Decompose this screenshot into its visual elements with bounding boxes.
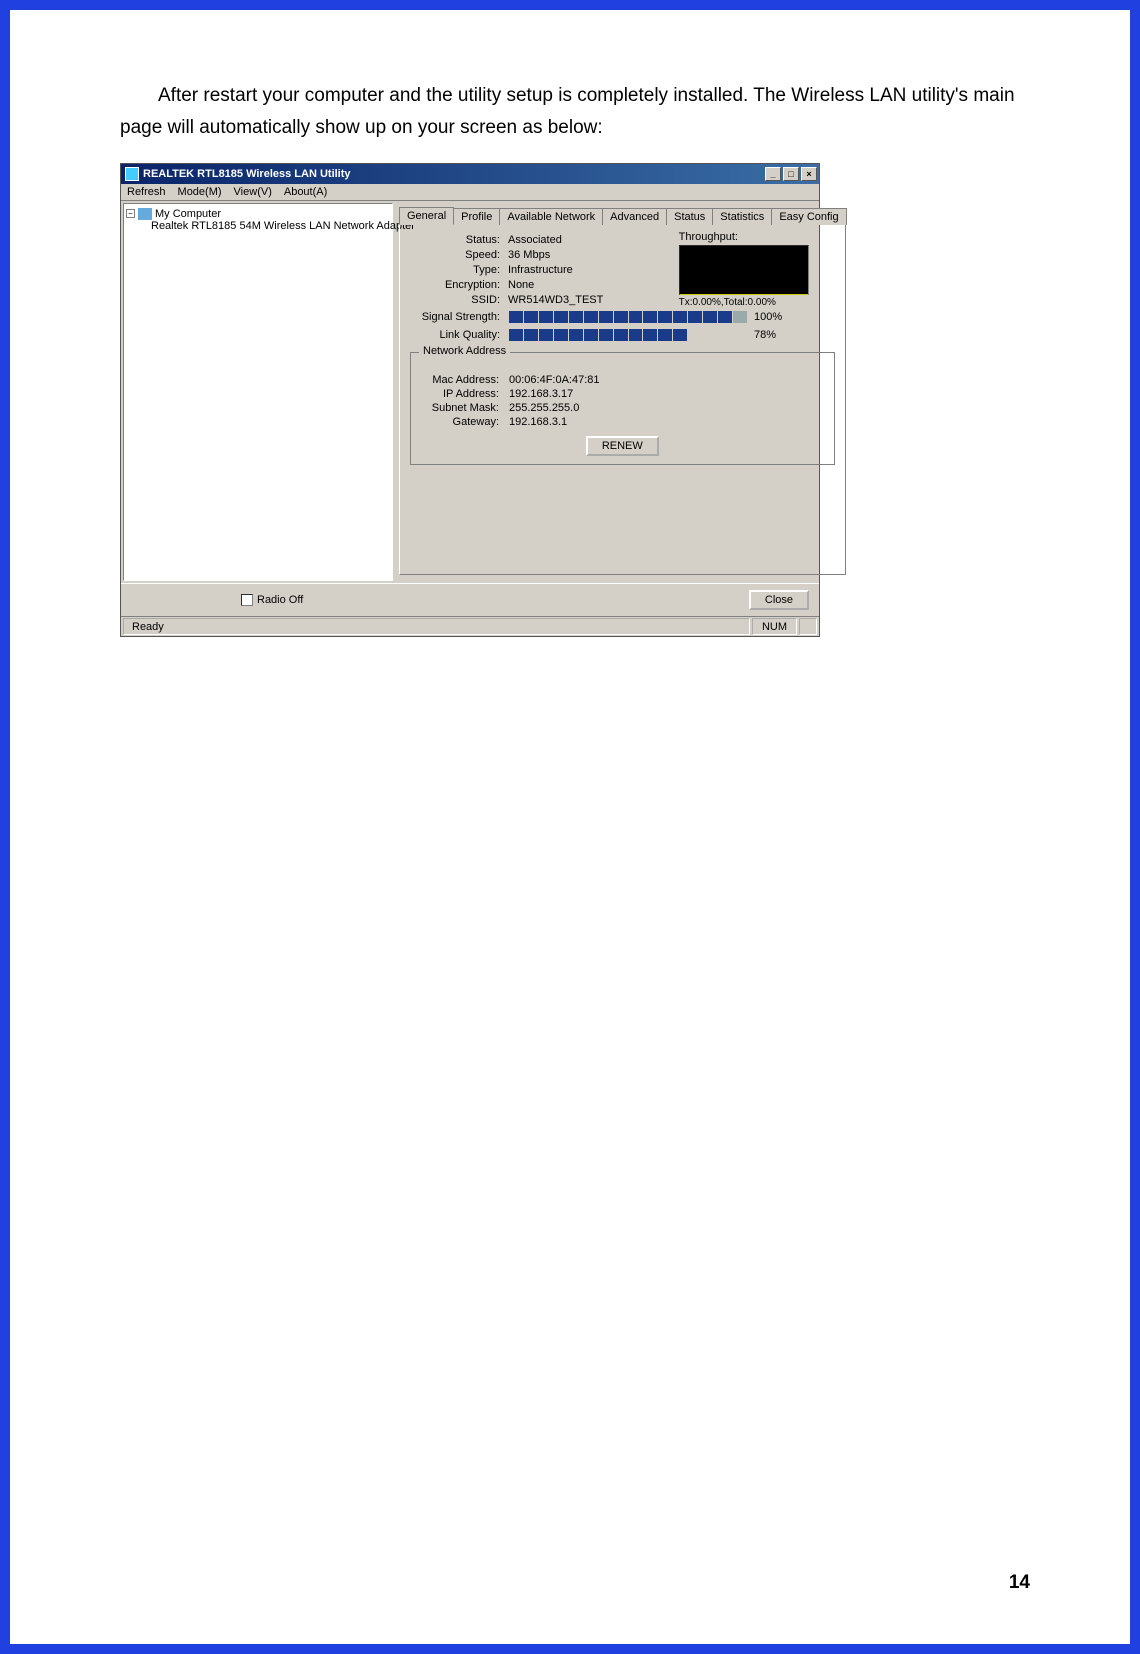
menu-about[interactable]: About(A)	[284, 186, 327, 198]
throughput-stats: Tx:0.00%,Total:0.00%	[679, 297, 809, 308]
radio-off-checkbox[interactable]	[241, 594, 253, 606]
maximize-button[interactable]: □	[783, 167, 799, 181]
tab-general-content: Throughput: Tx:0.00%,Total:0.00% Status:…	[399, 225, 846, 575]
tree-adapter-row[interactable]: Realtek RTL8185 54M Wireless LAN Network…	[126, 220, 390, 232]
menu-refresh[interactable]: Refresh	[127, 186, 166, 198]
mac-label: Mac Address:	[419, 374, 509, 386]
ip-label: IP Address:	[419, 388, 509, 400]
bottom-bar: Radio Off Close	[121, 583, 819, 616]
close-button[interactable]: Close	[749, 590, 809, 610]
signal-strength-value: 100%	[748, 311, 788, 323]
minimize-button[interactable]: _	[765, 167, 781, 181]
tab-available-network[interactable]: Available Network	[499, 208, 603, 225]
status-label: Status:	[408, 234, 508, 246]
titlebar[interactable]: REALTEK RTL8185 Wireless LAN Utility _ □…	[121, 164, 819, 184]
computer-icon	[138, 208, 152, 220]
status-num: NUM	[752, 618, 797, 635]
tab-easy-config[interactable]: Easy Config	[771, 208, 846, 225]
app-icon	[125, 167, 139, 181]
type-label: Type:	[408, 264, 508, 276]
network-address-group: Network Address Mac Address: 00:06:4F:0A…	[410, 352, 835, 465]
tab-advanced[interactable]: Advanced	[602, 208, 667, 225]
throughput-panel: Throughput: Tx:0.00%,Total:0.00%	[679, 231, 809, 308]
close-window-button[interactable]: ×	[801, 167, 817, 181]
tab-general[interactable]: General	[399, 207, 454, 225]
throughput-graph	[679, 245, 809, 295]
subnet-label: Subnet Mask:	[419, 402, 509, 414]
doc-paragraph: After restart your computer and the util…	[120, 80, 1020, 145]
ssid-label: SSID:	[408, 294, 508, 306]
tab-status[interactable]: Status	[666, 208, 713, 225]
collapse-icon[interactable]: −	[126, 209, 135, 218]
signal-strength-bar	[508, 310, 748, 324]
signal-strength-label: Signal Strength:	[408, 311, 508, 323]
renew-button[interactable]: RENEW	[586, 436, 659, 456]
gateway-label: Gateway:	[419, 416, 509, 428]
mac-value: 00:06:4F:0A:47:81	[509, 374, 600, 386]
gateway-value: 192.168.3.1	[509, 416, 567, 428]
radio-off-label: Radio Off	[257, 594, 303, 606]
network-address-legend: Network Address	[419, 345, 510, 357]
ssid-value: WR514WD3_TEST	[508, 294, 603, 306]
subnet-value: 255.255.255.0	[509, 402, 579, 414]
page-number: 14	[1009, 1572, 1030, 1594]
link-quality-bar	[508, 328, 748, 342]
encryption-label: Encryption:	[408, 279, 508, 291]
speed-value: 36 Mbps	[508, 249, 550, 261]
encryption-value: None	[508, 279, 534, 291]
tree-root-row[interactable]: − My Computer	[126, 208, 390, 220]
link-quality-value: 78%	[748, 329, 788, 341]
status-grip	[799, 618, 817, 635]
tab-bar: General Profile Available Network Advanc…	[399, 205, 846, 225]
tab-profile[interactable]: Profile	[453, 208, 500, 225]
tree-root-label: My Computer	[155, 208, 221, 220]
status-ready: Ready	[123, 618, 750, 635]
tree-adapter-label: Realtek RTL8185 54M Wireless LAN Network…	[151, 220, 415, 232]
link-quality-label: Link Quality:	[408, 329, 508, 341]
speed-label: Speed:	[408, 249, 508, 261]
statusbar: Ready NUM	[121, 616, 819, 636]
app-window: REALTEK RTL8185 Wireless LAN Utility _ □…	[120, 163, 820, 637]
menubar: Refresh Mode(M) View(V) About(A)	[121, 184, 819, 201]
status-value: Associated	[508, 234, 562, 246]
device-tree[interactable]: − My Computer Realtek RTL8185 54M Wirele…	[123, 203, 393, 581]
ip-value: 192.168.3.17	[509, 388, 573, 400]
window-title: REALTEK RTL8185 Wireless LAN Utility	[143, 168, 351, 180]
type-value: Infrastructure	[508, 264, 573, 276]
throughput-label: Throughput:	[679, 231, 809, 243]
tab-statistics[interactable]: Statistics	[712, 208, 772, 225]
menu-view[interactable]: View(V)	[234, 186, 272, 198]
menu-mode[interactable]: Mode(M)	[178, 186, 222, 198]
